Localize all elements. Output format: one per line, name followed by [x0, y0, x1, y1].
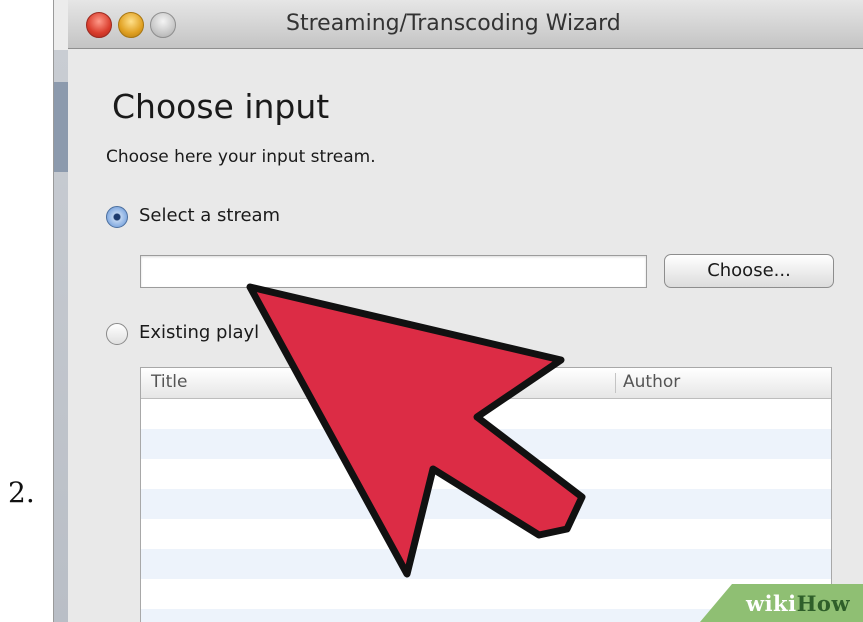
watermark-how: How [796, 591, 851, 616]
pointer-arrow-icon [246, 283, 586, 578]
wikihow-watermark: wikiHow [700, 584, 863, 622]
watermark-wiki: wiki [746, 591, 797, 616]
